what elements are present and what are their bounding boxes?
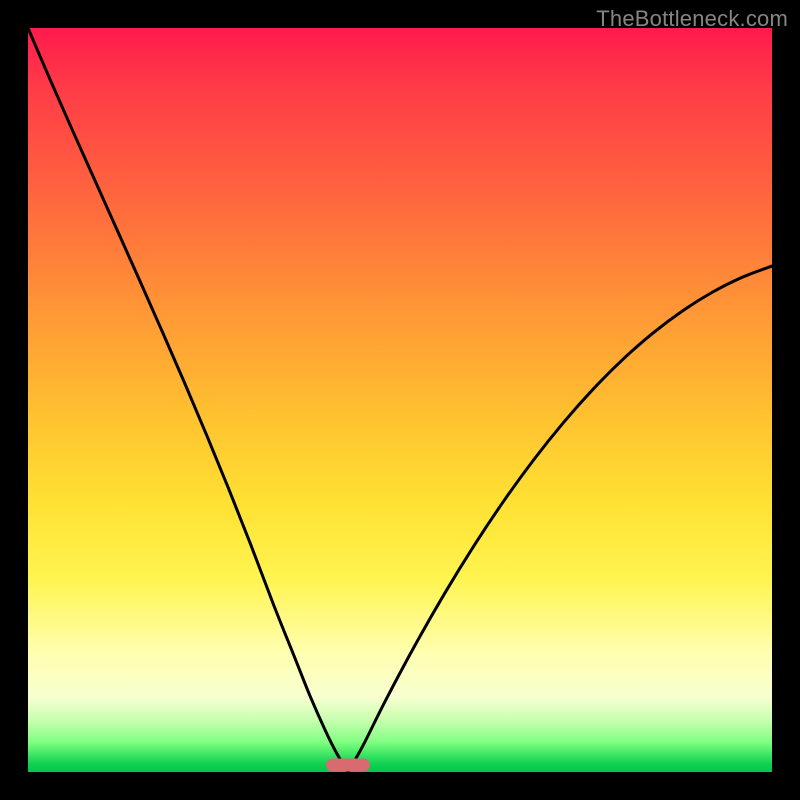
chart-frame: TheBottleneck.com <box>0 0 800 800</box>
optimal-point-marker <box>326 758 370 771</box>
watermark-text: TheBottleneck.com <box>596 6 788 32</box>
plot-area <box>28 28 772 772</box>
bottleneck-curve <box>28 28 772 772</box>
curve-right-branch <box>348 266 772 772</box>
curve-left-branch <box>28 28 348 772</box>
